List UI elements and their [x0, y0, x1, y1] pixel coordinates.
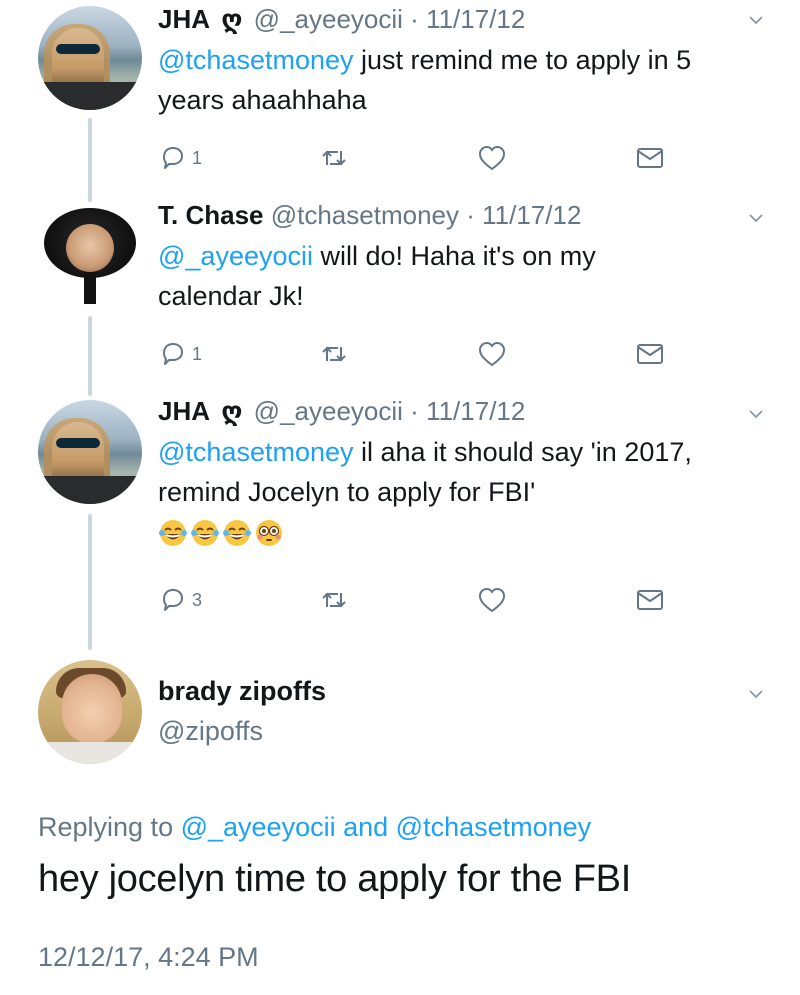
reply-button[interactable]: 1: [158, 140, 202, 176]
name-symbol: ღ: [221, 4, 243, 34]
display-name[interactable]: JHA: [158, 396, 210, 426]
replying-and: and: [335, 812, 396, 842]
flushed-face-emoji: [256, 520, 282, 546]
retweet-button[interactable]: [318, 140, 350, 176]
thread-connector: [88, 316, 92, 396]
mention-link[interactable]: @_ayeeyocii: [181, 812, 336, 842]
like-button[interactable]: [476, 582, 508, 618]
reply-count: 3: [192, 589, 203, 610]
retweet-icon: [322, 592, 346, 608]
retweet-icon: [322, 150, 346, 166]
thread-connector: [88, 514, 92, 650]
tweet-header: T. Chase @tchasetmoney · 11/17/12: [158, 198, 764, 232]
tweet-header: JHA ღ @_ayeeyocii · 11/17/12: [158, 394, 764, 428]
like-icon: [478, 587, 506, 613]
reply-icon: [163, 589, 183, 611]
user-handle[interactable]: @_ayeeyocii: [254, 4, 403, 34]
chevron-down-icon[interactable]: [748, 406, 764, 422]
replying-prefix: Replying to: [38, 812, 181, 842]
retweet-button[interactable]: [318, 582, 350, 618]
tears-of-joy-emoji: [159, 520, 187, 546]
tears-of-joy-emoji: [191, 520, 219, 546]
like-button[interactable]: [476, 336, 508, 372]
user-handle[interactable]: @tchasetmoney: [271, 200, 459, 230]
tweet-date[interactable]: 11/17/12: [426, 4, 525, 34]
message-button[interactable]: [634, 582, 666, 618]
retweet-icon: [322, 346, 346, 362]
emoji-row: [158, 518, 764, 552]
separator-dot: ·: [410, 396, 419, 426]
user-handle[interactable]: @zipoffs: [158, 716, 263, 747]
reply-icon: [163, 343, 183, 365]
tweet-text: @tchasetmoney just remind me to apply in…: [158, 40, 764, 120]
avatar[interactable]: [38, 204, 142, 308]
tears-of-joy-emoji: [223, 520, 251, 546]
tweet-date[interactable]: 11/17/12: [482, 200, 581, 230]
display-name[interactable]: JHA: [158, 4, 210, 34]
name-symbol: ღ: [221, 396, 243, 426]
display-name[interactable]: T. Chase: [158, 200, 264, 230]
mention-link[interactable]: @tchasetmoney: [158, 45, 354, 75]
display-name[interactable]: brady zipoffs: [158, 676, 326, 707]
reply-icon: [163, 147, 183, 169]
tweet-text: @_ayeeyocii will do! Haha it's on my cal…: [158, 236, 764, 316]
message-button[interactable]: [634, 140, 666, 176]
tweet-text: @tchasetmoney il aha it should say 'in 2…: [158, 432, 764, 512]
tweet-header: JHA ღ @_ayeeyocii · 11/17/12: [158, 2, 764, 36]
retweet-button[interactable]: [318, 336, 350, 372]
chevron-down-icon[interactable]: [748, 210, 764, 226]
avatar[interactable]: [38, 660, 142, 764]
like-icon: [478, 145, 506, 171]
separator-dot: ·: [410, 4, 419, 34]
message-icon: [637, 590, 663, 610]
tweet-timestamp[interactable]: 12/12/17, 4:24 PM: [38, 942, 259, 973]
message-button[interactable]: [634, 336, 666, 372]
tweet-date[interactable]: 11/17/12: [426, 396, 525, 426]
main-tweet-text: hey jocelyn time to apply for the FBI: [38, 858, 631, 900]
mention-link[interactable]: @tchasetmoney: [396, 812, 592, 842]
thread-connector: [88, 118, 92, 202]
avatar[interactable]: [38, 6, 142, 110]
reply-count: 1: [192, 147, 203, 168]
separator-dot: ·: [466, 200, 475, 230]
like-button[interactable]: [476, 140, 508, 176]
message-icon: [637, 344, 663, 364]
user-handle[interactable]: @_ayeeyocii: [254, 396, 403, 426]
avatar[interactable]: [38, 400, 142, 504]
chevron-down-icon[interactable]: [748, 12, 764, 28]
message-icon: [637, 148, 663, 168]
like-icon: [478, 341, 506, 367]
reply-button[interactable]: 3: [158, 582, 202, 618]
replying-to-line: Replying to @_ayeeyocii and @tchasetmone…: [38, 812, 591, 843]
reply-count: 1: [192, 343, 203, 364]
mention-link[interactable]: @_ayeeyocii: [158, 241, 313, 271]
mention-link[interactable]: @tchasetmoney: [158, 437, 354, 467]
reply-button[interactable]: 1: [158, 336, 202, 372]
chevron-down-icon[interactable]: [748, 686, 764, 702]
